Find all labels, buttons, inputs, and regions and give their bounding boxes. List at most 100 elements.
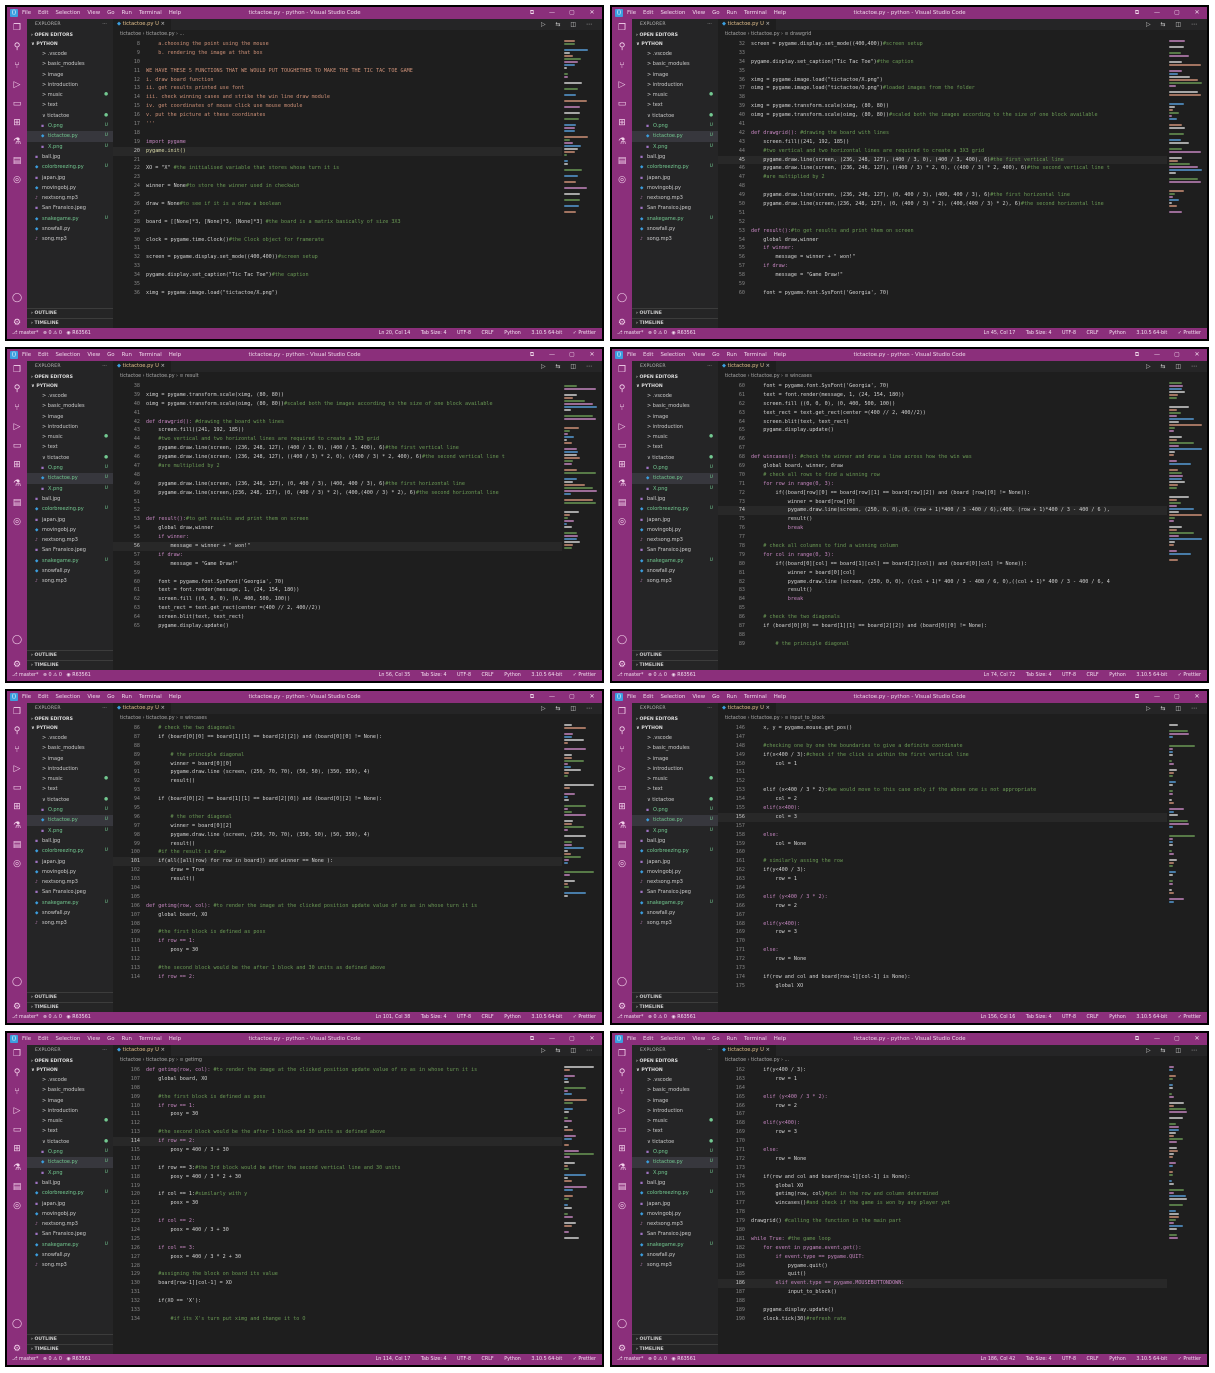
remote-explorer-icon[interactable]: ▭	[618, 1125, 627, 1135]
file-tree-item[interactable]: ∨ tictactoe ●	[632, 453, 718, 463]
file-tree-item[interactable]: ▪ X.png U	[632, 142, 718, 152]
code-line[interactable]: 112	[113, 955, 562, 964]
file-tree-item[interactable]: ▪ ball.jpg	[632, 1178, 718, 1188]
file-tree-item[interactable]: > music ●	[27, 90, 113, 100]
explorer-icon[interactable]: ❐	[618, 23, 626, 33]
file-tree-item[interactable]: ◆ movingobj.py	[27, 525, 113, 535]
code-line[interactable]: 102 draw = True	[113, 866, 562, 875]
file-tree-item[interactable]: ♪ nextsong.mp3	[27, 193, 113, 203]
code-line[interactable]: 61 text = font.render(message, 1, (24, 1…	[718, 391, 1167, 400]
close-window-icon[interactable]: ✕	[1187, 7, 1207, 19]
code-line[interactable]: 58 message = "Game Draw!"	[113, 560, 562, 569]
file-tree-item[interactable]: ▪ ball.jpg	[27, 152, 113, 162]
breadcrumb[interactable]: tictactoe › tictactoe.py › ⊙ getimg	[113, 1056, 602, 1066]
explorer-icon[interactable]: ❐	[13, 707, 21, 717]
tab-size[interactable]: Tab Size: 4	[421, 1357, 447, 1362]
code-line[interactable]: 147	[718, 733, 1167, 742]
code-line[interactable]: 169 row = 3	[718, 928, 1167, 937]
code-line[interactable]: 73 winner = board[row][0]	[718, 498, 1167, 507]
file-tree-item[interactable]: ◆ snowfall.py	[27, 1250, 113, 1260]
code-line[interactable]: 52	[113, 506, 562, 515]
file-tree-item[interactable]: > image	[632, 1096, 718, 1106]
layout-toggle-icon[interactable]: ⧉	[522, 1033, 542, 1045]
code-line[interactable]: 65 pygame.display.update()	[718, 426, 1167, 435]
file-tree-item[interactable]: > text	[632, 784, 718, 794]
code-line[interactable]: 124 posx = 400 / 3 + 30	[113, 1226, 562, 1235]
code-line[interactable]: 162 if(y<400 / 3):	[718, 1066, 1167, 1075]
python-icon[interactable]: ◎	[618, 517, 626, 527]
code-line[interactable]: 28 board = [[None]*3, [None]*3, [None]*3]…	[113, 218, 562, 227]
code-line[interactable]: 77	[718, 533, 1167, 542]
editor-actions[interactable]: ▷ ⇆ ◫ ⋯	[1146, 19, 1201, 30]
branch-indicator[interactable]: ⎇ master*	[617, 1357, 643, 1362]
menu-go[interactable]: Go	[712, 352, 719, 358]
code-line[interactable]: 30 clock = pygame.time.Clock()#the Clock …	[113, 236, 562, 245]
code-line[interactable]: 170	[718, 937, 1167, 946]
file-tree-item[interactable]: ◆ snowfall.py	[27, 566, 113, 576]
code-line[interactable]: 54 global draw,winner	[113, 524, 562, 533]
code-line[interactable]: 53 def result():#to get results and print…	[113, 515, 562, 524]
code-line[interactable]: 60 font = pygame.font.SysFont('Georgia',…	[113, 578, 562, 587]
file-tree-item[interactable]: ▪ ball.jpg	[632, 152, 718, 162]
outline-section[interactable]: › OUTLINE	[632, 992, 718, 1002]
layout-toggle-icon[interactable]: ⧉	[522, 691, 542, 703]
code-line[interactable]: 127 posx = 400 / 3 * 2 + 30	[113, 1253, 562, 1262]
code-line[interactable]: 63 text_rect = text.get_rect(center =(40…	[113, 604, 562, 613]
code-line[interactable]: 128	[113, 1262, 562, 1271]
code-line[interactable]: 29	[113, 227, 562, 236]
remote-id[interactable]: ◉ R63561	[67, 673, 91, 678]
code-line[interactable]: 99 result()	[113, 840, 562, 849]
testing-icon[interactable]: ⚗	[13, 1163, 21, 1173]
run-debug-icon[interactable]: ▷	[14, 422, 21, 432]
file-tree-item[interactable]: ∨ tictactoe ●	[632, 795, 718, 805]
code-line[interactable]: 112	[113, 1119, 562, 1128]
maximize-icon[interactable]: ▢	[562, 7, 582, 19]
encoding[interactable]: UTF-8	[457, 331, 471, 336]
jupyter-icon[interactable]: ▤	[13, 1182, 22, 1192]
workspace-root-folder[interactable]: ∨ PYTHON	[632, 724, 718, 733]
code-line[interactable]: 168 elif(y<400):	[718, 920, 1167, 929]
file-tree-item[interactable]: ∨ tictactoe ●	[632, 1137, 718, 1147]
code-line[interactable]: 129 #assigning the block on board its va…	[113, 1270, 562, 1279]
code-line[interactable]: 95	[113, 804, 562, 813]
account-icon[interactable]: ◯	[617, 293, 627, 303]
code-line[interactable]: 173	[718, 964, 1167, 973]
code-line[interactable]: 9 b. rendering the image at that box	[113, 49, 562, 58]
file-tree-item[interactable]: > text	[632, 100, 718, 110]
menu-edit[interactable]: Edit	[643, 352, 653, 358]
menu-selection[interactable]: Selection	[660, 352, 685, 358]
file-tree-item[interactable]: > introduction	[632, 1106, 718, 1116]
file-tree-item[interactable]: > image	[632, 412, 718, 422]
code-line[interactable]: 78 # check all columns to find a winning…	[718, 542, 1167, 551]
code-line[interactable]: 34 pygame.display.set_caption("Tic Tac To…	[718, 58, 1167, 67]
settings-gear-icon[interactable]: ⚙	[13, 1344, 21, 1354]
code-line[interactable]: 109 #the first block is defined as posx	[113, 928, 562, 937]
prettier-status[interactable]: ✓ Prettier	[1178, 1015, 1201, 1020]
code-line[interactable]: 93	[113, 786, 562, 795]
code-line[interactable]: 87 if (board[0][0] == board[1][1] == boa…	[113, 733, 562, 742]
language-mode[interactable]: Python	[504, 673, 521, 678]
file-tree-item[interactable]: > music ●	[27, 432, 113, 442]
file-tree-item[interactable]: ◆ movingobj.py	[27, 183, 113, 193]
file-tree-item[interactable]: ▪ ball.jpg	[27, 836, 113, 846]
extensions-icon[interactable]: ⊞	[618, 118, 626, 128]
code-line[interactable]: 177 wincases()#and check if the game is …	[718, 1199, 1167, 1208]
file-tree-item[interactable]: > music ●	[27, 774, 113, 784]
open-editors-section[interactable]: › OPEN EDITORS	[632, 1057, 718, 1066]
testing-icon[interactable]: ⚗	[13, 821, 21, 831]
menu-run[interactable]: Run	[122, 694, 132, 700]
remote-explorer-icon[interactable]: ▭	[13, 783, 22, 793]
file-tree-item[interactable]: ♪ song.mp3	[27, 234, 113, 244]
menu-run[interactable]: Run	[727, 352, 737, 358]
remote-explorer-icon[interactable]: ▭	[618, 441, 627, 451]
file-tree-item[interactable]: ▪ San Fransico.jpeg	[632, 203, 718, 213]
file-tree-item[interactable]: ◆ colorbreezing.py U	[27, 846, 113, 856]
code-line[interactable]: 59	[718, 280, 1167, 289]
branch-indicator[interactable]: ⎇ master*	[12, 1357, 38, 1362]
file-tree-item[interactable]: ◆ colorbreezing.py U	[27, 1188, 113, 1198]
file-tree-item[interactable]: > .vscode	[27, 1075, 113, 1085]
testing-icon[interactable]: ⚗	[618, 1163, 626, 1173]
menu-help[interactable]: Help	[169, 352, 181, 358]
search-icon[interactable]: ⚲	[14, 42, 21, 52]
menu-selection[interactable]: Selection	[55, 352, 80, 358]
